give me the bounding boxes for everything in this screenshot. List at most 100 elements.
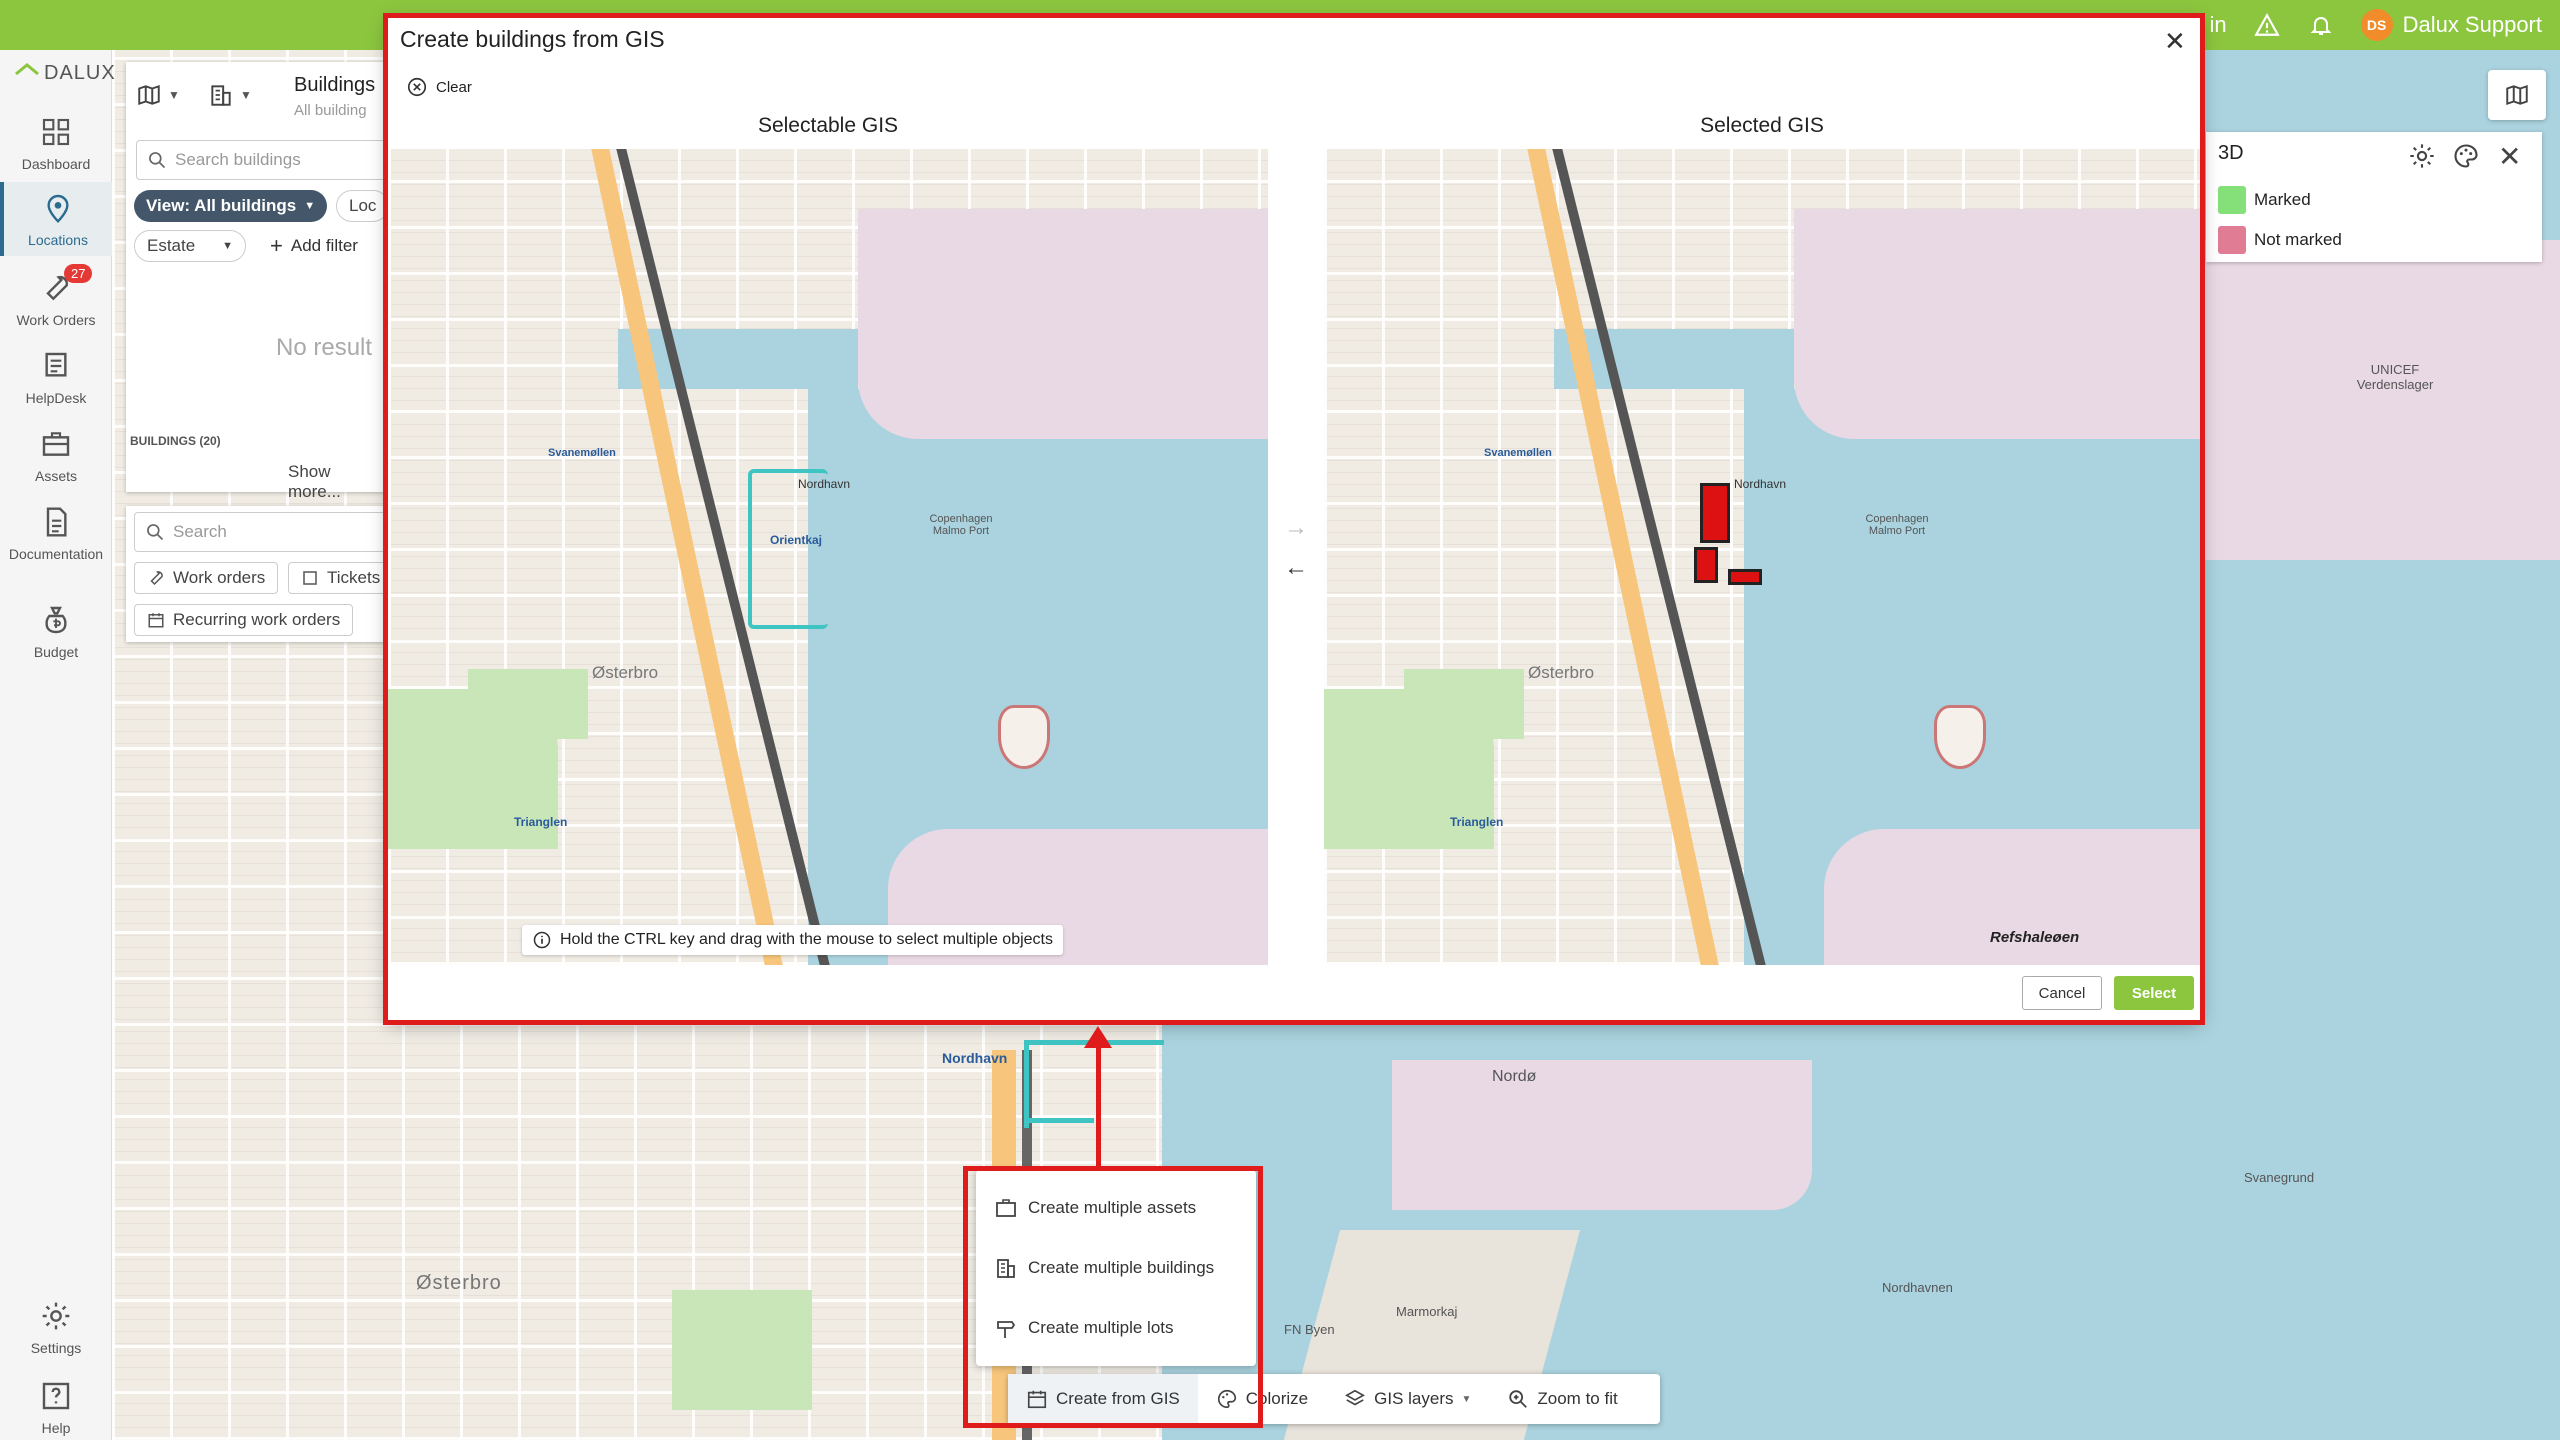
highlight-connector-line	[1096, 1044, 1101, 1168]
search-input[interactable]: Search	[134, 512, 388, 552]
nav-documentation[interactable]: Documentation	[0, 502, 112, 562]
nav-settings[interactable]: Settings	[0, 1296, 112, 1356]
nav-work-orders[interactable]: 27 Work Orders	[0, 264, 112, 328]
legend-not-marked: Not marked	[2218, 226, 2342, 254]
locations-tab[interactable]: Loc	[336, 190, 390, 222]
map-label-nordhavn: Nordhavn	[798, 477, 851, 491]
create-multiple-assets-item[interactable]: Create multiple assets	[994, 1196, 1196, 1220]
arrow-left-icon[interactable]: ←	[1284, 554, 1308, 582]
nav-dashboard[interactable]: Dashboard	[0, 112, 112, 172]
map-label-marmorkaj: Marmorkaj	[1396, 1304, 1458, 1319]
close-icon[interactable]: ✕	[2498, 140, 2521, 173]
add-filter-button[interactable]: + Add filter	[258, 230, 370, 262]
map-label-nordo: Nordø	[1492, 1068, 1537, 1085]
buildings-subtitle: All building	[294, 102, 367, 119]
create-from-gis-button[interactable]: Create from GIS	[1008, 1374, 1198, 1424]
arrow-right-icon[interactable]: →	[1284, 514, 1308, 542]
map-label-fn-byen: FN Byen	[1284, 1322, 1335, 1337]
nav-budget[interactable]: Budget	[0, 600, 112, 660]
create-buildings-dialog: Create buildings from GIS ✕ Clear Select…	[388, 18, 2200, 1020]
location-pin-icon	[47, 194, 69, 224]
legend-marked: Marked	[2218, 186, 2311, 214]
map-label-refshaleoen: Refshaleøen	[1990, 929, 2080, 946]
map-label-orientkaj: Orientkaj	[770, 533, 823, 547]
user-menu[interactable]: DS Dalux Support	[2360, 9, 2542, 41]
nav-locations[interactable]: Locations	[0, 182, 112, 256]
select-button[interactable]: Select	[2114, 976, 2194, 1010]
work-orders-badge: 27	[64, 264, 93, 283]
helpdesk-icon	[45, 352, 67, 377]
building-icon	[211, 85, 231, 106]
highlight-connector-arrow	[1084, 1026, 1112, 1048]
search-icon	[149, 152, 166, 169]
clear-icon	[407, 77, 427, 97]
wrench-icon	[150, 571, 163, 586]
map-label-unicef: UNICEF Verdenslager	[2356, 362, 2434, 392]
map-label-nordhavn: Nordhavn	[942, 1050, 1008, 1066]
colorize-button[interactable]: Colorize	[1198, 1374, 1326, 1424]
legend-title: 3D	[2218, 142, 2244, 164]
ticket-icon	[303, 571, 317, 585]
money-bag-icon	[45, 606, 67, 634]
user-name: Dalux Support	[2402, 12, 2542, 37]
nav-assets[interactable]: Assets	[0, 424, 112, 484]
recurring-work-orders-chip[interactable]: Recurring work orders	[134, 604, 354, 636]
info-icon	[533, 931, 551, 949]
selected-building-shape[interactable]	[1728, 569, 1762, 585]
map-view-dropdown[interactable]: ▼	[136, 82, 180, 108]
dalux-logo[interactable]: DALUX	[14, 62, 116, 85]
chevron-down-icon: ▼	[168, 88, 180, 102]
create-from-gis-menu: Create multiple assets Create multiple b…	[976, 1170, 1256, 1366]
buildings-count: BUILDINGS (20)	[130, 434, 221, 448]
chevron-down-icon: ▼	[304, 200, 316, 212]
selected-building-shape[interactable]	[1700, 483, 1730, 543]
map-label-nordhavn: Nordhavn	[1734, 477, 1787, 491]
selected-gis-label: Selected GIS	[1700, 114, 1824, 137]
chevron-down-icon: ▼	[1461, 1393, 1472, 1405]
warning-icon[interactable]	[2253, 11, 2281, 39]
close-icon[interactable]: ✕	[2164, 26, 2186, 57]
zoom-to-fit-button[interactable]: Zoom to fit	[1489, 1374, 1635, 1424]
signpost-icon	[997, 1321, 1016, 1338]
legend-panel: 3D ✕ Marked Not marked	[2206, 132, 2542, 262]
layers-icon	[1345, 1389, 1366, 1406]
selectable-gis-label: Selectable GIS	[757, 114, 899, 137]
view-all-buildings-button[interactable]: View: All buildings ▼	[134, 190, 328, 222]
map-label-osterbro: Østerbro	[416, 1272, 502, 1294]
gear-icon[interactable]	[2408, 142, 2436, 175]
house-icon	[15, 62, 39, 75]
map-label-trianglen: Trianglen	[514, 815, 568, 829]
selected-gis-map[interactable]: Nordhavn Copenhagen Malmo Port Svanemøll…	[1324, 149, 2200, 965]
create-multiple-buildings-item[interactable]: Create multiple buildings	[994, 1256, 1214, 1280]
map-label-osterbro: Østerbro	[1528, 663, 1595, 682]
gear-icon	[42, 1302, 70, 1330]
palette-icon[interactable]	[2452, 142, 2480, 175]
marked-swatch	[2218, 186, 2246, 214]
map-icon	[2506, 84, 2528, 106]
gis-layers-button[interactable]: GIS layers ▼	[1326, 1374, 1489, 1424]
building-icon	[997, 1259, 1015, 1278]
nav-helpdesk[interactable]: HelpDesk	[0, 346, 112, 406]
tickets-chip[interactable]: Tickets	[288, 562, 394, 594]
chevron-down-icon: ▼	[240, 88, 252, 102]
building-type-dropdown[interactable]: ▼	[208, 82, 252, 108]
bell-icon[interactable]	[2307, 11, 2335, 39]
estate-filter-dropdown[interactable]: Estate ▼	[134, 230, 246, 262]
map-label-osterbro: Østerbro	[592, 663, 659, 682]
show-more-link[interactable]: Show more...	[288, 462, 388, 502]
cancel-button[interactable]: Cancel	[2022, 976, 2102, 1010]
create-multiple-lots-item[interactable]: Create multiple lots	[994, 1316, 1174, 1340]
nav-help[interactable]: Help	[0, 1376, 112, 1436]
selected-building-shape[interactable]	[1694, 547, 1718, 583]
map-toggle-button[interactable]	[2488, 70, 2546, 120]
map-icon	[138, 84, 160, 106]
work-orders-chip[interactable]: Work orders	[134, 562, 279, 594]
clear-button[interactable]: Clear	[406, 76, 472, 98]
gis-selection-outline	[1024, 1040, 1164, 1128]
left-navigation: DALUX Dashboard Locations 27 Work Orders…	[0, 50, 115, 1440]
search-buildings-input[interactable]: Search buildings	[136, 140, 388, 180]
selectable-gis-map[interactable]: Nordhavn Orientkaj Copenhagen Malmo Port…	[388, 149, 1268, 965]
document-icon	[46, 507, 67, 537]
search-panel: Search Work orders Tickets Recurring wor…	[126, 506, 394, 642]
buildings-panel: ▼ ▼ Buildings All building Search buildi…	[126, 62, 390, 501]
